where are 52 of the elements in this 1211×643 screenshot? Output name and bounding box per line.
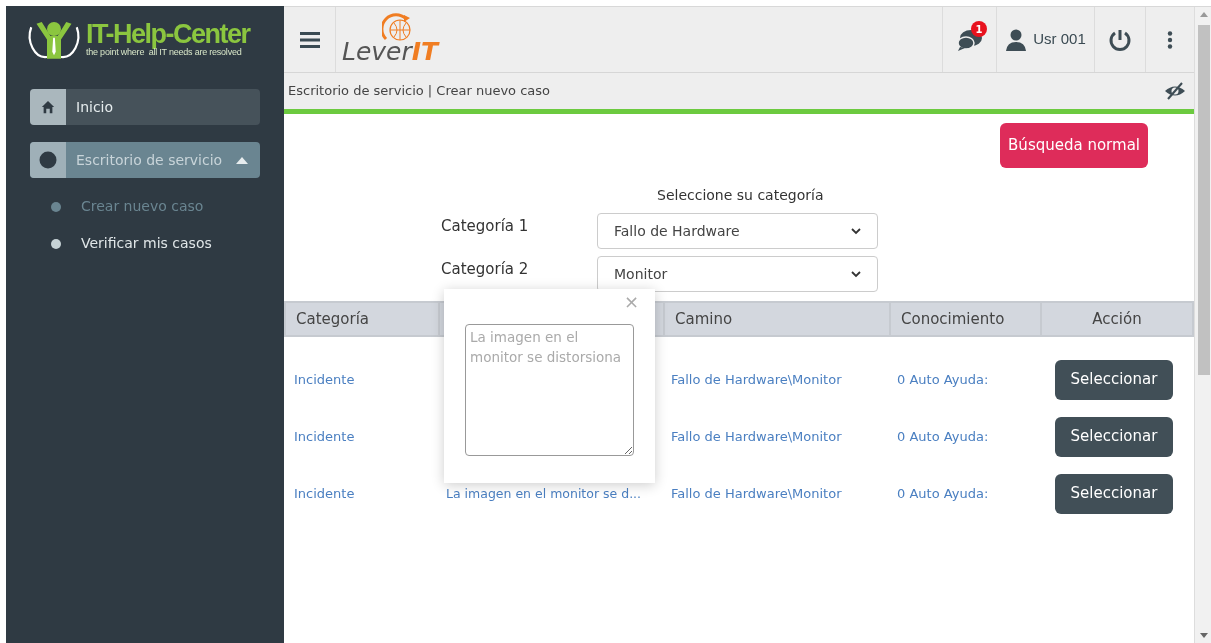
select-button[interactable]: Seleccionar	[1054, 416, 1174, 457]
sidebar-subitem[interactable]: Crear nuevo caso	[6, 188, 284, 225]
sidebar-item[interactable]: Inicio	[30, 89, 260, 125]
table-cell[interactable]: Incidente	[294, 428, 355, 444]
category-label: Categoría 2	[441, 259, 530, 280]
bullet-icon	[51, 238, 61, 249]
category-label: Categoría 1	[441, 216, 530, 237]
user-icon	[1005, 28, 1028, 51]
close-button[interactable]: ×	[623, 293, 639, 311]
sidebar-item-label: Escritorio de servicio	[75, 150, 224, 170]
table-cell[interactable]: Fallo de Hardware\Monitor	[671, 428, 842, 444]
caret-up-icon	[236, 156, 248, 164]
circle-icon	[39, 151, 57, 169]
column-header: Conocimiento	[901, 308, 1005, 330]
globe-icon	[382, 13, 414, 41]
column-header: Acción	[1092, 308, 1142, 330]
table-cell[interactable]: Incidente	[294, 485, 355, 501]
sidebar-subitem[interactable]: Verificar mis casos	[6, 225, 284, 262]
chat-button[interactable]: 1	[942, 7, 996, 72]
column-header: Camino	[675, 308, 733, 330]
table-cell[interactable]: Fallo de Hardware\Monitor	[671, 371, 842, 387]
user-menu[interactable]: Usr 001	[996, 7, 1094, 72]
scrollbar-thumb[interactable]	[1198, 25, 1210, 375]
table-cell[interactable]: Fallo de Hardware\Monitor	[671, 485, 842, 501]
eye-slash-icon[interactable]	[1164, 82, 1186, 100]
logo-title: IT-Help-Center	[86, 21, 250, 48]
normal-search-button[interactable]: Búsqueda normal	[1000, 123, 1148, 168]
table-cell[interactable]: La imagen en el monitor se d...	[446, 485, 642, 501]
select-button[interactable]: Seleccionar	[1054, 473, 1174, 514]
home-icon	[41, 100, 55, 114]
column-header: Categoría	[296, 308, 369, 330]
chevron-down-icon	[851, 270, 861, 278]
category-select[interactable]: Monitor	[597, 256, 878, 292]
chevron-down-icon	[851, 227, 861, 235]
sidebar-item[interactable]: Escritorio de servicio	[30, 142, 260, 178]
category-heading: Seleccione su categoría	[657, 186, 824, 205]
sidebar-subitem-label: Crear nuevo caso	[81, 197, 204, 216]
scroll-down-icon[interactable]	[1200, 633, 1208, 639]
brand-name: LeverIT	[342, 39, 439, 64]
table-cell[interactable]: Incidente	[294, 371, 355, 387]
sidebar-item-label: Inicio	[75, 97, 115, 117]
table-cell[interactable]: 0 Auto Ayuda:	[897, 428, 989, 444]
description-field[interactable]: La imagen en el monitor se distorsiona	[465, 324, 634, 456]
table-cell[interactable]: 0 Auto Ayuda:	[897, 371, 989, 387]
category-select[interactable]: Fallo de Hardware	[597, 213, 878, 249]
notification-badge: 1	[971, 21, 987, 37]
breadcrumb: Escritorio de servicio | Crear nuevo caso	[288, 82, 551, 101]
bullet-icon	[51, 201, 61, 212]
table-cell[interactable]: 0 Auto Ayuda:	[897, 485, 989, 501]
logo-tagline: the point where all IT needs are resolved	[86, 48, 242, 57]
sidebar-subitem-label: Verificar mis casos	[81, 234, 212, 253]
select-button[interactable]: Seleccionar	[1054, 359, 1174, 400]
